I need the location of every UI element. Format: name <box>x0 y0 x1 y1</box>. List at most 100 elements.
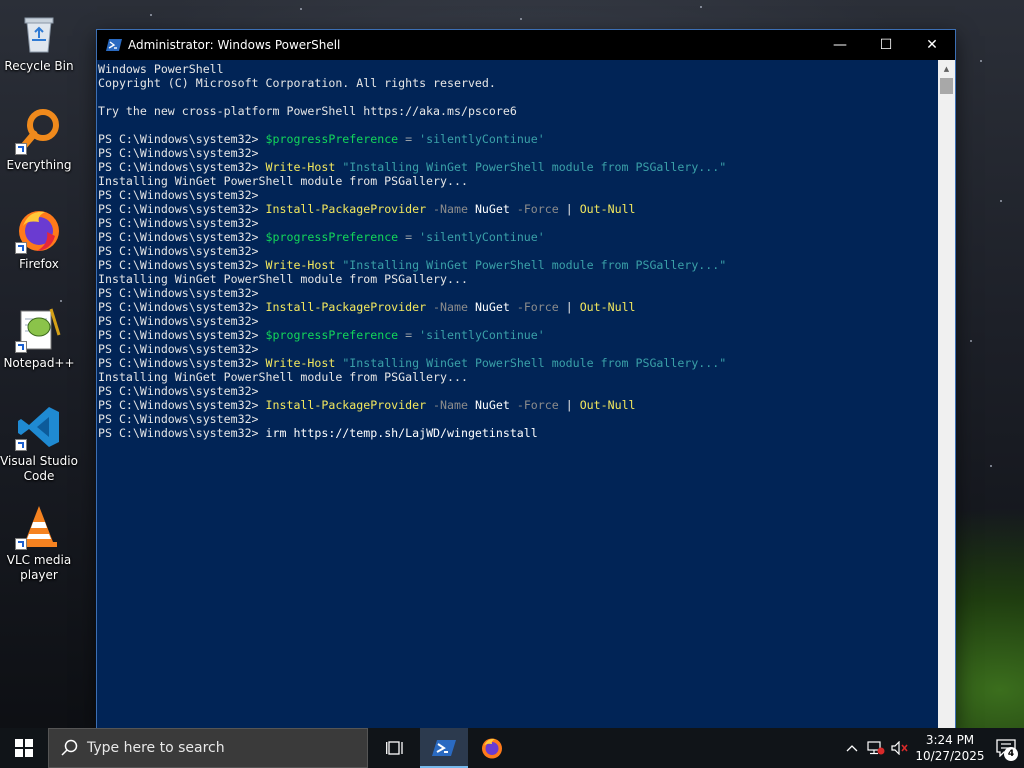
console-line: PS C:\Windows\system32> Install-PackageP… <box>98 202 938 216</box>
maximize-icon: ☐ <box>879 37 893 53</box>
network-icon[interactable] <box>864 728 888 768</box>
console-line: PS C:\Windows\system32> <box>98 342 938 356</box>
console-token: Write-Host <box>265 258 336 272</box>
console-line: PS C:\Windows\system32> Write-Host "Inst… <box>98 160 938 174</box>
console-line: PS C:\Windows\system32> <box>98 286 938 300</box>
console-line: PS C:\Windows\system32> Install-PackageP… <box>98 398 938 412</box>
console-line: Windows PowerShell <box>98 62 938 76</box>
start-button[interactable] <box>0 728 48 768</box>
vscode-icon <box>15 403 63 451</box>
shortcut-arrow-icon <box>15 242 27 254</box>
console-line: PS C:\Windows\system32> <box>98 188 938 202</box>
powershell-window[interactable]: Administrator: Windows PowerShell — ☐ ✕ … <box>97 30 955 728</box>
console-line: Installing WinGet PowerShell module from… <box>98 370 938 384</box>
search-placeholder: Type here to search <box>87 740 225 756</box>
console-token: -Force <box>509 300 559 314</box>
console-token: Write-Host <box>265 356 336 370</box>
console-token: PS C:\Windows\system32> <box>98 300 266 314</box>
firefox-taskbar-button[interactable] <box>468 728 516 768</box>
desktop-icon-vscode[interactable]: Visual Studio Code <box>0 403 78 484</box>
console-token: 'silentlyContinue' <box>419 230 545 244</box>
volume-muted-icon[interactable] <box>888 728 912 768</box>
everything-search-icon <box>15 107 63 155</box>
console-token: PS C:\Windows\system32> <box>98 188 259 202</box>
console-token: Installing WinGet PowerShell module from… <box>98 174 468 188</box>
window-title: Administrator: Windows PowerShell <box>128 38 341 52</box>
console-token: = <box>398 132 420 146</box>
console-line: PS C:\Windows\system32> $progressPrefere… <box>98 230 938 244</box>
desktop-icon-firefox[interactable]: Firefox <box>0 206 78 272</box>
console-line: PS C:\Windows\system32> $progressPrefere… <box>98 132 938 146</box>
close-button[interactable]: ✕ <box>909 30 955 60</box>
console-token: Out-Null <box>579 202 636 216</box>
desktop-icon-label: VLC media player <box>6 553 72 582</box>
console-line: Installing WinGet PowerShell module from… <box>98 174 938 188</box>
console-line: PS C:\Windows\system32> <box>98 216 938 230</box>
console-token: | <box>558 202 580 216</box>
console-token: PS C:\Windows\system32> <box>98 286 259 300</box>
console-token: PS C:\Windows\system32> <box>98 342 259 356</box>
star <box>520 18 522 20</box>
shortcut-arrow-icon <box>15 538 27 550</box>
console-token: irm https://temp.sh/LajWD/wingetinstall <box>265 426 538 440</box>
console-token: = <box>398 230 420 244</box>
maximize-button[interactable]: ☐ <box>863 30 909 60</box>
console-token: $progressPreference <box>265 328 399 342</box>
console-token: PS C:\Windows\system32> <box>98 426 266 440</box>
star <box>980 60 982 62</box>
console-token: NuGet <box>467 202 510 216</box>
desktop-icon-vlc[interactable]: VLC media player <box>0 502 78 583</box>
console-token: "Installing WinGet PowerShell module fro… <box>335 160 727 174</box>
firefox-icon <box>482 738 502 759</box>
console-token: -Name <box>426 202 468 216</box>
console-token: Installing WinGet PowerShell module from… <box>98 272 468 286</box>
console-token: = <box>398 328 420 342</box>
powershell-icon <box>432 740 456 756</box>
scroll-thumb[interactable] <box>940 78 953 94</box>
console-token: PS C:\Windows\system32> <box>98 356 266 370</box>
show-hidden-icons-chevron-up-icon[interactable] <box>840 728 864 768</box>
notepad-plus-plus-icon <box>15 305 63 353</box>
console-token: PS C:\Windows\system32> <box>98 216 259 230</box>
desktop-icon-label: Firefox <box>19 257 59 271</box>
console-token: PS C:\Windows\system32> <box>98 244 259 258</box>
console-token: Windows PowerShell <box>98 62 224 76</box>
desktop-icon-everything[interactable]: Everything <box>0 107 78 173</box>
console-token: Install-PackageProvider <box>265 202 427 216</box>
console-token: PS C:\Windows\system32> <box>98 384 259 398</box>
console-line: PS C:\Windows\system32> <box>98 314 938 328</box>
console-token: Install-PackageProvider <box>265 398 427 412</box>
desktop-icon-recycle-bin[interactable]: Recycle Bin <box>0 8 78 74</box>
taskbar: Type here to search 3:24 PM 10/27/2025 4 <box>0 728 1024 768</box>
console-output[interactable]: Windows PowerShell Copyright (C) Microsof… <box>97 60 938 728</box>
desktop-icon-notepad-plus-plus[interactable]: Notepad++ <box>0 305 78 371</box>
console-line: PS C:\Windows\system32> <box>98 146 938 160</box>
taskbar-clock[interactable]: 3:24 PM 10/27/2025 <box>912 732 988 764</box>
star <box>60 300 62 302</box>
console-token: PS C:\Windows\system32> <box>98 258 266 272</box>
minimize-button[interactable]: — <box>817 30 863 60</box>
star <box>990 465 992 467</box>
taskbar-search-box[interactable]: Type here to search <box>48 728 368 768</box>
notification-count-badge: 4 <box>1004 747 1018 761</box>
vertical-scrollbar[interactable]: ▲ <box>938 60 955 728</box>
console-token: PS C:\Windows\system32> <box>98 132 266 146</box>
console-token: PS C:\Windows\system32> <box>98 202 266 216</box>
console-token: PS C:\Windows\system32> <box>98 398 266 412</box>
firefox-icon <box>15 206 63 254</box>
console-line: PS C:\Windows\system32> Install-PackageP… <box>98 300 938 314</box>
console-line: PS C:\Windows\system32> Write-Host "Inst… <box>98 356 938 370</box>
window-titlebar[interactable]: Administrator: Windows PowerShell — ☐ ✕ <box>97 30 955 60</box>
desktop-icon-label: Notepad++ <box>3 356 75 370</box>
console-token: PS C:\Windows\system32> <box>98 230 266 244</box>
console-token: NuGet <box>467 398 510 412</box>
star <box>970 340 972 342</box>
scroll-up-arrow-icon[interactable]: ▲ <box>938 60 955 77</box>
action-center-button[interactable]: 4 <box>988 728 1024 768</box>
star <box>300 8 302 10</box>
powershell-icon <box>106 39 122 51</box>
powershell-taskbar-button[interactable] <box>420 728 468 768</box>
task-view-button[interactable] <box>372 728 420 768</box>
